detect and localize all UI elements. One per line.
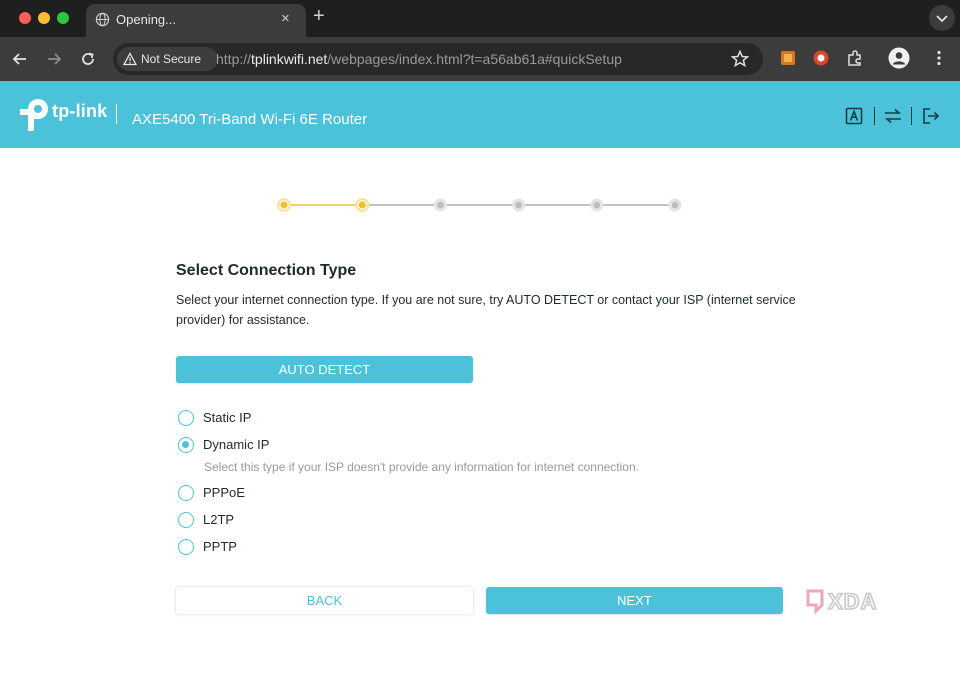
- close-window-button[interactable]: [19, 12, 31, 24]
- url-host: tplinkwifi.net: [251, 51, 328, 67]
- radio-static-ip[interactable]: [178, 410, 194, 426]
- radio-pppoe[interactable]: [178, 485, 194, 501]
- minimize-window-button[interactable]: [38, 12, 50, 24]
- kebab-menu-icon[interactable]: [930, 49, 948, 67]
- option-label: Static IP: [203, 410, 252, 425]
- reload-icon[interactable]: [78, 49, 98, 69]
- url-text: http://tplinkwifi.net/webpages/index.htm…: [216, 51, 622, 67]
- tp-link-logo-icon: [20, 99, 48, 131]
- back-arrow-icon[interactable]: [10, 49, 30, 69]
- radio-pptp[interactable]: [178, 539, 194, 555]
- logout-icon[interactable]: [922, 107, 940, 125]
- step-dot-3: [433, 198, 447, 212]
- radio-dynamic-ip[interactable]: [178, 437, 194, 453]
- radio-l2tp[interactable]: [178, 512, 194, 528]
- xda-watermark-logo: XDA: [806, 588, 877, 615]
- url-path: /webpages/index.html?t=a56ab61a#quickSet…: [327, 51, 622, 67]
- security-indicator[interactable]: Not Secure: [117, 47, 218, 71]
- puzzle-icon[interactable]: [846, 49, 864, 67]
- extension-orange-icon[interactable]: [779, 49, 797, 67]
- step-dot-6: [668, 198, 682, 212]
- bookmark-star-icon[interactable]: [730, 49, 750, 69]
- next-button[interactable]: NEXT: [486, 587, 783, 614]
- brand-name: tp-link: [52, 101, 108, 121]
- language-icon[interactable]: [845, 107, 863, 125]
- extension-red-icon[interactable]: [812, 49, 830, 67]
- browser-tab[interactable]: Opening... ×: [86, 4, 306, 37]
- swap-icon[interactable]: [884, 107, 902, 125]
- option-label: PPTP: [203, 539, 237, 554]
- globe-icon: [95, 12, 110, 27]
- step-dot-4: [512, 198, 526, 212]
- tab-title: Opening...: [116, 12, 176, 27]
- back-button[interactable]: BACK: [176, 587, 473, 614]
- forward-arrow-icon[interactable]: [44, 49, 64, 69]
- browser-tab-bar: Opening... × +: [0, 0, 960, 37]
- maximize-window-button[interactable]: [57, 12, 69, 24]
- router-header: tp-link AXE5400 Tri-Band Wi-Fi 6E Router: [0, 81, 960, 148]
- auto-detect-button[interactable]: AUTO DETECT: [176, 356, 473, 383]
- header-icon-divider: [911, 107, 912, 125]
- profile-avatar-icon[interactable]: [888, 47, 910, 69]
- close-tab-icon[interactable]: ×: [281, 10, 290, 27]
- not-secure-label: Not Secure: [141, 52, 202, 66]
- svg-text:XDA: XDA: [828, 589, 877, 614]
- new-tab-button[interactable]: +: [313, 6, 325, 26]
- option-label: L2TP: [203, 512, 235, 527]
- dynamic-ip-hint: Select this type if your ISP doesn't pro…: [204, 460, 639, 474]
- header-separator: [116, 104, 117, 124]
- step-dot-2: [355, 198, 370, 212]
- page-description: Select your internet connection type. If…: [176, 293, 796, 327]
- browser-toolbar: Not Secure http://tplinkwifi.net/webpage…: [0, 37, 960, 81]
- header-icon-divider: [874, 107, 875, 125]
- url-scheme: http://: [216, 51, 252, 67]
- page-title: Select Connection Type: [176, 262, 357, 279]
- wizard-progress: [277, 198, 682, 212]
- step-dot-5: [590, 198, 604, 212]
- address-bar[interactable]: Not Secure http://tplinkwifi.net/webpage…: [113, 43, 763, 75]
- option-label: Dynamic IP: [203, 437, 270, 452]
- step-dot-1: [277, 198, 291, 212]
- option-label: PPPoE: [203, 485, 245, 500]
- warning-icon: [123, 52, 137, 66]
- router-model: AXE5400 Tri-Band Wi-Fi 6E Router: [132, 111, 368, 128]
- tab-search-button[interactable]: [929, 5, 955, 31]
- chevron-down-icon: [936, 15, 948, 23]
